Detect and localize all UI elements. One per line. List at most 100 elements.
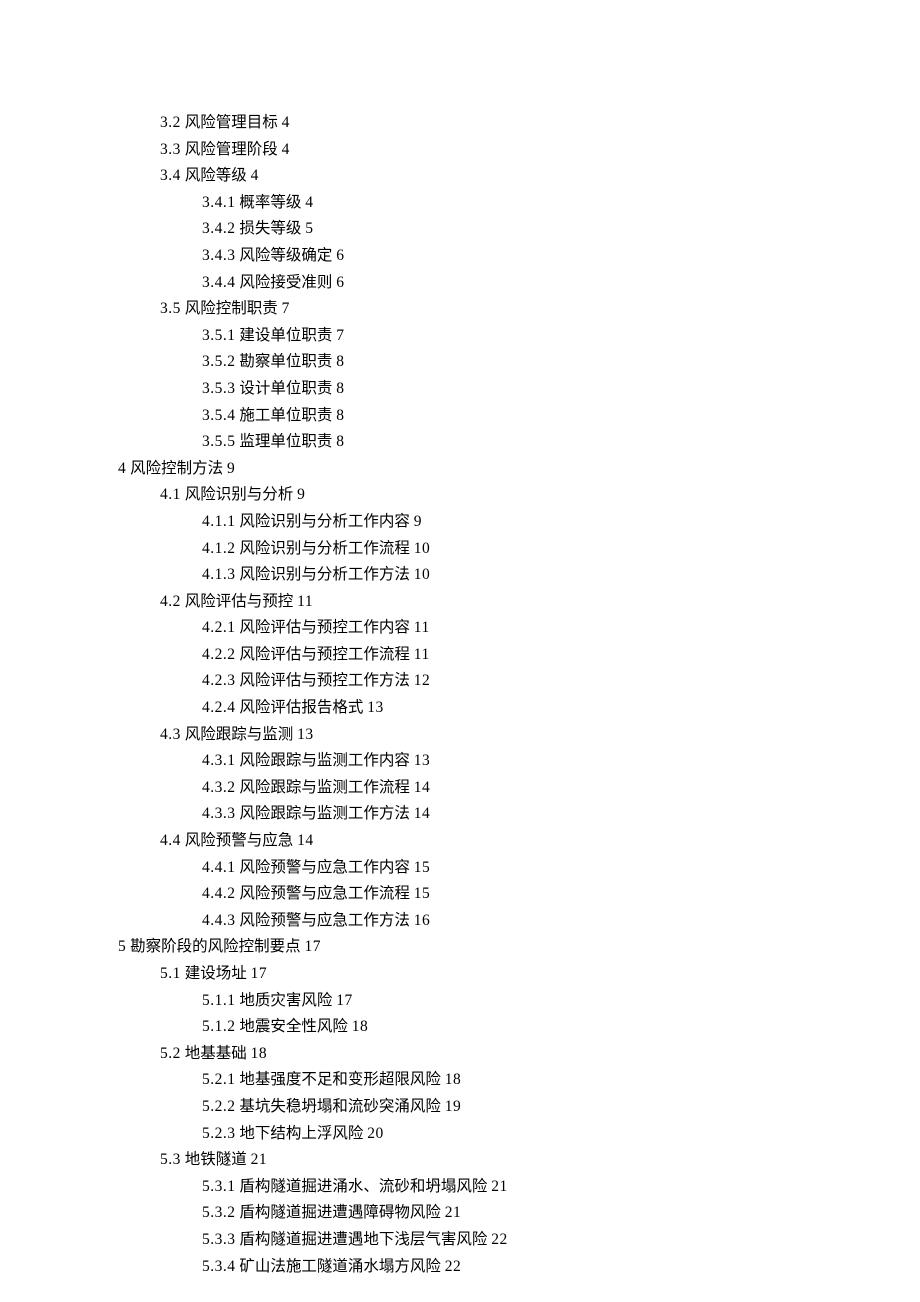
toc-entry-title: 地基基础	[185, 1045, 247, 1062]
toc-entry: 3.4 风险等级 4	[118, 163, 820, 190]
toc-entry-page: 18	[251, 1045, 268, 1062]
toc-entry: 4.4 风险预警与应急 14	[118, 828, 820, 855]
toc-entry-title: 风险评估与预控工作方法	[239, 672, 410, 689]
toc-entry-number: 5.1.1	[202, 992, 236, 1009]
toc-entry-number: 3.5	[160, 300, 181, 317]
toc-entry-page: 4	[305, 194, 313, 211]
toc-entry-number: 5.3	[160, 1151, 181, 1168]
toc-entry: 4.2.4 风险评估报告格式 13	[118, 695, 820, 722]
toc-entry: 4.2.1 风险评估与预控工作内容 11	[118, 615, 820, 642]
toc-entry: 3.5.4 施工单位职责 8	[118, 403, 820, 430]
toc-entry-title: 盾构隧道掘进涌水、流砂和坍塌风险	[239, 1178, 487, 1195]
toc-entry-number: 3.4.3	[202, 247, 236, 264]
toc-entry-number: 3.5.4	[202, 407, 236, 424]
toc-entry-page: 20	[367, 1125, 384, 1142]
toc-entry-title: 建设单位职责	[239, 327, 332, 344]
toc-entry-title: 设计单位职责	[239, 380, 332, 397]
toc-entry-page: 21	[445, 1204, 462, 1221]
toc-entry-page: 17	[336, 992, 353, 1009]
toc-entry-title: 风险等级	[185, 167, 247, 184]
toc-entry-number: 3.4.2	[202, 220, 236, 237]
toc-entry: 3.4.1 概率等级 4	[118, 190, 820, 217]
toc-entry-title: 地下结构上浮风险	[239, 1125, 363, 1142]
toc-entry-number: 5.2.2	[202, 1098, 236, 1115]
toc-entry-number: 4.2.2	[202, 646, 236, 663]
toc-entry-title: 盾构隧道掘进遭遇障碍物风险	[239, 1204, 441, 1221]
toc-entry: 4.3.2 风险跟踪与监测工作流程 14	[118, 775, 820, 802]
toc-entry-number: 3.5.2	[202, 353, 236, 370]
toc-entry-number: 5.2.1	[202, 1071, 236, 1088]
toc-entry: 5.2 地基基础 18	[118, 1041, 820, 1068]
toc-entry-title: 基坑失稳坍塌和流砂突涌风险	[239, 1098, 441, 1115]
toc-entry-title: 风险识别与分析工作内容	[239, 513, 410, 530]
toc-entry-page: 22	[491, 1231, 508, 1248]
toc-entry: 4 风险控制方法 9	[118, 456, 820, 483]
toc-entry-title: 风险预警与应急	[185, 832, 294, 849]
toc-entry-title: 风险识别与分析工作流程	[239, 540, 410, 557]
toc-entry-number: 4.2.3	[202, 672, 236, 689]
toc-entry-number: 4.2	[160, 593, 181, 610]
toc-entry-title: 地基强度不足和变形超限风险	[239, 1071, 441, 1088]
toc-entry: 5.2.3 地下结构上浮风险 20	[118, 1121, 820, 1148]
toc-entry-number: 5.3.1	[202, 1178, 236, 1195]
toc-entry-page: 14	[414, 805, 431, 822]
toc-entry-title: 风险预警与应急工作流程	[239, 885, 410, 902]
toc-entry: 3.5 风险控制职责 7	[118, 296, 820, 323]
toc-entry-number: 4.4.2	[202, 885, 236, 902]
toc-entry-page: 8	[336, 353, 344, 370]
toc-entry: 4.1.1 风险识别与分析工作内容 9	[118, 509, 820, 536]
toc-entry: 4.3.3 风险跟踪与监测工作方法 14	[118, 801, 820, 828]
toc-entry: 5.1.1 地质灾害风险 17	[118, 988, 820, 1015]
toc-entry-number: 3.4.4	[202, 274, 236, 291]
toc-entry-number: 4.4	[160, 832, 181, 849]
toc-entry-page: 8	[336, 407, 344, 424]
toc-entry-number: 5.2	[160, 1045, 181, 1062]
toc-entry-page: 18	[352, 1018, 369, 1035]
toc-entry-page: 17	[251, 965, 268, 982]
toc-entry: 5.2.1 地基强度不足和变形超限风险 18	[118, 1067, 820, 1094]
toc-entry-page: 16	[414, 912, 431, 929]
toc-entry: 5.1 建设场址 17	[118, 961, 820, 988]
toc-entry: 5.3.2 盾构隧道掘进遭遇障碍物风险 21	[118, 1200, 820, 1227]
toc-entry-title: 风险识别与分析	[185, 486, 294, 503]
toc-entry-title: 风险跟踪与监测	[185, 726, 294, 743]
toc-entry-page: 17	[305, 938, 322, 955]
toc-entry-number: 5	[118, 938, 126, 955]
toc-entry-number: 4.2.4	[202, 699, 236, 716]
toc-list: 3.2 风险管理目标 43.3 风险管理阶段 43.4 风险等级 43.4.1 …	[118, 110, 820, 1280]
toc-entry-number: 4.4.1	[202, 859, 236, 876]
toc-entry: 3.5.5 监理单位职责 8	[118, 429, 820, 456]
toc-entry-title: 风险评估报告格式	[239, 699, 363, 716]
toc-entry: 4.3.1 风险跟踪与监测工作内容 13	[118, 748, 820, 775]
toc-entry: 3.5.1 建设单位职责 7	[118, 323, 820, 350]
toc-entry-page: 10	[414, 566, 431, 583]
toc-entry-title: 风险跟踪与监测工作内容	[239, 752, 410, 769]
toc-entry-title: 风险评估与预控	[185, 593, 294, 610]
toc-entry-number: 4.3.3	[202, 805, 236, 822]
toc-entry: 4.2 风险评估与预控 11	[118, 589, 820, 616]
toc-entry-page: 5	[305, 220, 313, 237]
toc-entry-title: 风险预警与应急工作方法	[239, 912, 410, 929]
toc-entry-page: 10	[414, 540, 431, 557]
toc-entry-number: 4.3.1	[202, 752, 236, 769]
toc-entry-number: 5.3.2	[202, 1204, 236, 1221]
toc-entry-title: 风险识别与分析工作方法	[239, 566, 410, 583]
toc-entry-title: 施工单位职责	[239, 407, 332, 424]
toc-entry-page: 7	[282, 300, 290, 317]
toc-entry-title: 盾构隧道掘进遭遇地下浅层气害风险	[239, 1231, 487, 1248]
toc-entry-number: 4.2.1	[202, 619, 236, 636]
toc-entry: 4.4.2 风险预警与应急工作流程 15	[118, 881, 820, 908]
toc-entry: 3.4.3 风险等级确定 6	[118, 243, 820, 270]
toc-entry-page: 13	[297, 726, 314, 743]
toc-entry-title: 地质灾害风险	[239, 992, 332, 1009]
toc-entry-number: 4.3	[160, 726, 181, 743]
toc-entry-page: 13	[367, 699, 384, 716]
toc-entry-title: 风险等级确定	[239, 247, 332, 264]
toc-entry-page: 13	[414, 752, 431, 769]
toc-entry-number: 4.1.1	[202, 513, 236, 530]
toc-entry: 4.1.2 风险识别与分析工作流程 10	[118, 536, 820, 563]
toc-entry: 3.4.2 损失等级 5	[118, 216, 820, 243]
toc-entry-page: 9	[414, 513, 422, 530]
toc-entry-title: 风险评估与预控工作流程	[239, 646, 410, 663]
toc-entry-title: 概率等级	[239, 194, 301, 211]
